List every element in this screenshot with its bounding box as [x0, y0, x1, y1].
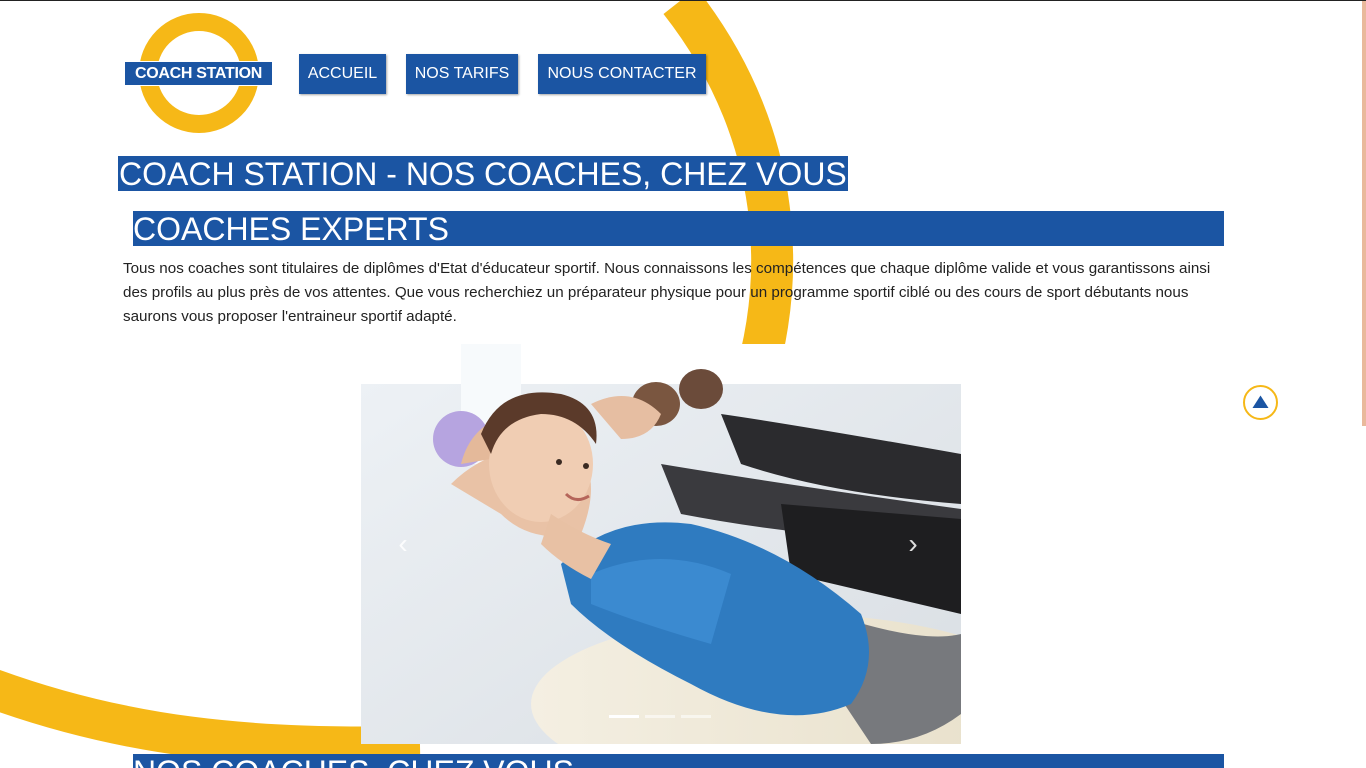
logo-text: COACH STATION	[124, 61, 273, 86]
page-title: COACH STATION - NOS COACHES, CHEZ VOUS	[118, 156, 848, 192]
section-heading-chez-vous: NOS COACHES, CHEZ VOUS	[133, 754, 1224, 768]
section-heading-experts: COACHES EXPERTS	[133, 211, 1224, 247]
arrow-up-icon	[1252, 395, 1269, 408]
back-to-top-button[interactable]	[1243, 385, 1278, 420]
carousel-indicator-3[interactable]	[681, 715, 711, 718]
nav-contact-button[interactable]: NOUS CONTACTER	[538, 54, 706, 94]
nav-tarifs-button[interactable]: NOS TARIFS	[406, 54, 518, 94]
image-carousel[interactable]: ‹ ›	[361, 344, 961, 744]
coach-station-logo[interactable]: COACH STATION	[122, 13, 274, 135]
carousel-indicator-1[interactable]	[609, 715, 639, 718]
carousel-indicator-2[interactable]	[645, 715, 675, 718]
carousel-prev-chevron-left-icon[interactable]: ‹	[388, 529, 418, 559]
page: COACH STATION ACCUEIL NOS TARIFS NOUS CO…	[0, 0, 1366, 768]
carousel-indicators	[609, 715, 711, 718]
experts-description: Tous nos coaches sont titulaires de dipl…	[123, 260, 1211, 325]
carousel-slide-image	[361, 344, 961, 744]
scrollbar[interactable]	[1362, 1, 1366, 426]
nav-accueil-button[interactable]: ACCUEIL	[299, 54, 386, 94]
carousel-next-chevron-right-icon[interactable]: ›	[898, 529, 928, 559]
